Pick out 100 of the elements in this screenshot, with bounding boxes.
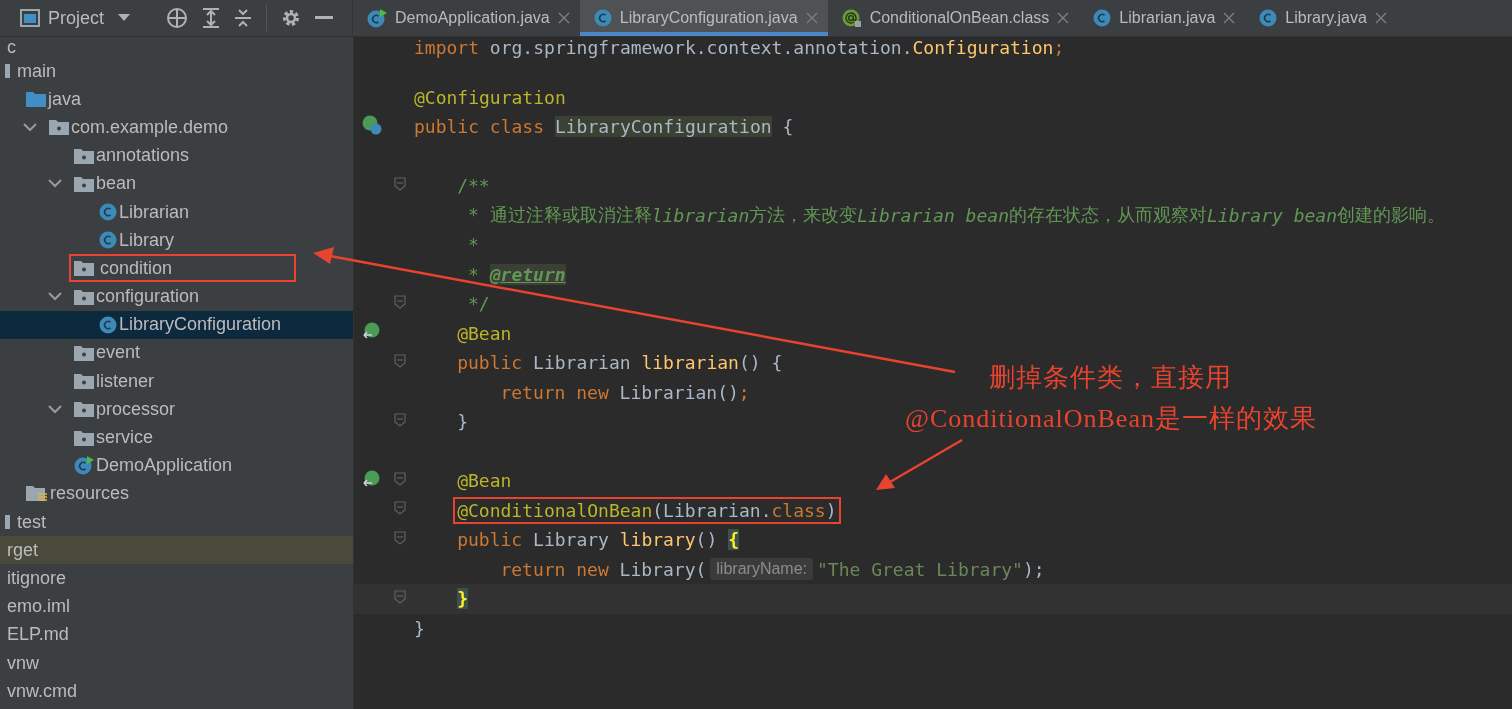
- fold-marker-icon[interactable]: [394, 589, 406, 604]
- collapse-all-icon[interactable]: [234, 8, 253, 28]
- tree-item[interactable]: configuration: [0, 282, 353, 311]
- parameter-hint: libraryName:: [710, 558, 813, 581]
- code-token: library: [619, 529, 696, 551]
- tree-item[interactable]: emo.iml: [0, 592, 353, 621]
- editor-tab[interactable]: Librarian.java: [1079, 0, 1246, 36]
- code-token: org.springframework.context.annotation.: [489, 37, 913, 58]
- code-token: );: [1022, 558, 1045, 580]
- code-token: *: [467, 234, 479, 256]
- project-view-title[interactable]: Project: [48, 7, 105, 29]
- fold-marker-icon[interactable]: [394, 412, 406, 427]
- code-token: */: [467, 293, 490, 315]
- fold-marker-icon[interactable]: [394, 471, 406, 486]
- bean-class-icon[interactable]: [362, 114, 382, 135]
- expand-all-icon[interactable]: [202, 8, 221, 28]
- tree-item[interactable]: DemoApplication: [0, 451, 353, 480]
- code-token: (Librarian.: [652, 499, 772, 521]
- tree-item[interactable]: java: [0, 85, 353, 114]
- folder-icon: [74, 175, 94, 192]
- code-token: return new: [500, 558, 610, 580]
- code-token: Librarian: [533, 352, 632, 374]
- tree-item[interactable]: annotations: [0, 141, 353, 170]
- close-icon[interactable]: [557, 12, 570, 24]
- editor-tab[interactable]: ConditionalOnBean.class: [827, 0, 1080, 36]
- folder-icon: [74, 373, 94, 390]
- folder-icon: [26, 91, 46, 108]
- code-token: ): [825, 499, 837, 521]
- chevron-down-icon[interactable]: [23, 122, 37, 132]
- code-token: 方法，来改变: [749, 203, 858, 228]
- class-icon: [99, 203, 117, 222]
- close-icon[interactable]: [1374, 12, 1387, 24]
- code-token: LibraryConfiguration: [554, 116, 772, 138]
- crosshair-icon[interactable]: [166, 7, 189, 29]
- code-token: }: [457, 588, 469, 610]
- tree-item[interactable]: processor: [0, 395, 353, 424]
- code-token: @ConditionalOnBean: [457, 499, 653, 521]
- editor-tab[interactable]: LibraryConfiguration.java: [579, 0, 828, 36]
- tree-item[interactable]: event: [0, 338, 353, 368]
- annotation-icon: [841, 8, 862, 28]
- chevron-down-icon[interactable]: [48, 404, 62, 414]
- bean-method-icon[interactable]: [362, 469, 382, 488]
- code-token: @Bean: [457, 322, 512, 344]
- class-run-icon: [367, 8, 387, 28]
- settings-icon[interactable]: [281, 8, 302, 28]
- tree-item[interactable]: main: [0, 57, 353, 86]
- folder-icon: [49, 119, 69, 136]
- code-token: @Bean: [457, 470, 512, 492]
- code-token: @return: [489, 263, 566, 285]
- tree-item[interactable]: vnw: [0, 648, 353, 678]
- code-token: Configuration: [912, 37, 1054, 58]
- code-token: Library(: [619, 558, 707, 580]
- tree-item[interactable]: test: [0, 508, 353, 537]
- fold-marker-icon[interactable]: [394, 501, 406, 516]
- folder-icon: [74, 260, 94, 277]
- class-icon: [99, 231, 117, 250]
- fold-marker-icon[interactable]: [394, 530, 406, 545]
- code-token: (): [695, 529, 719, 551]
- class-icon: [1093, 9, 1112, 27]
- tree-item[interactable]: Library: [0, 226, 353, 255]
- tree-item[interactable]: ELP.md: [0, 620, 353, 649]
- chevron-down-icon[interactable]: [48, 179, 62, 189]
- code-token: "The Great Library": [817, 558, 1023, 580]
- fold-marker-icon[interactable]: [394, 176, 406, 191]
- fold-marker-icon[interactable]: [394, 353, 406, 368]
- editor-tab[interactable]: DemoApplication.java: [353, 0, 580, 36]
- annotation-text: 删掉条件类，直接用: [989, 362, 1233, 394]
- bean-method-icon[interactable]: [362, 322, 382, 341]
- tree-item[interactable]: service: [0, 423, 353, 452]
- tree-item[interactable]: itignore: [0, 564, 353, 593]
- close-icon[interactable]: [1223, 12, 1236, 24]
- annotation-text: @ConditionalOnBean是一样的效果: [905, 403, 1317, 435]
- tree-item[interactable]: Librarian: [0, 197, 353, 227]
- class-icon: [593, 9, 612, 27]
- caret-icon[interactable]: [118, 14, 131, 22]
- folder-icon: [5, 515, 10, 530]
- code-token: Librarian bean: [857, 204, 1009, 226]
- tree-item[interactable]: rget: [0, 536, 353, 565]
- folder-icon: [74, 429, 94, 446]
- tree-item[interactable]: resources: [0, 479, 353, 508]
- tree-item[interactable]: LibraryConfiguration: [0, 310, 353, 339]
- folder-icon: [74, 401, 94, 418]
- code-token: Library bean: [1206, 204, 1337, 226]
- window-icon[interactable]: [20, 9, 40, 27]
- fold-marker-icon[interactable]: [394, 294, 406, 309]
- minimize-icon[interactable]: [315, 16, 334, 20]
- chevron-down-icon[interactable]: [48, 292, 62, 302]
- code-token: }: [414, 617, 425, 639]
- code-token: @Configuration: [414, 86, 566, 108]
- editor-tab[interactable]: Library.java: [1245, 0, 1397, 36]
- code-token: 的存在状态，从而观察对: [1008, 203, 1207, 228]
- code-token: Librarian(): [619, 381, 739, 403]
- tree-item[interactable]: listener: [0, 367, 353, 396]
- tree-item[interactable]: com.example.demo: [0, 113, 353, 142]
- tree-item[interactable]: vnw.cmd: [0, 677, 353, 706]
- tree-item[interactable]: c: [0, 37, 353, 57]
- tree-item[interactable]: bean: [0, 169, 353, 198]
- close-icon[interactable]: [1057, 12, 1070, 24]
- tree-item[interactable]: condition: [0, 254, 353, 283]
- close-icon[interactable]: [805, 12, 818, 24]
